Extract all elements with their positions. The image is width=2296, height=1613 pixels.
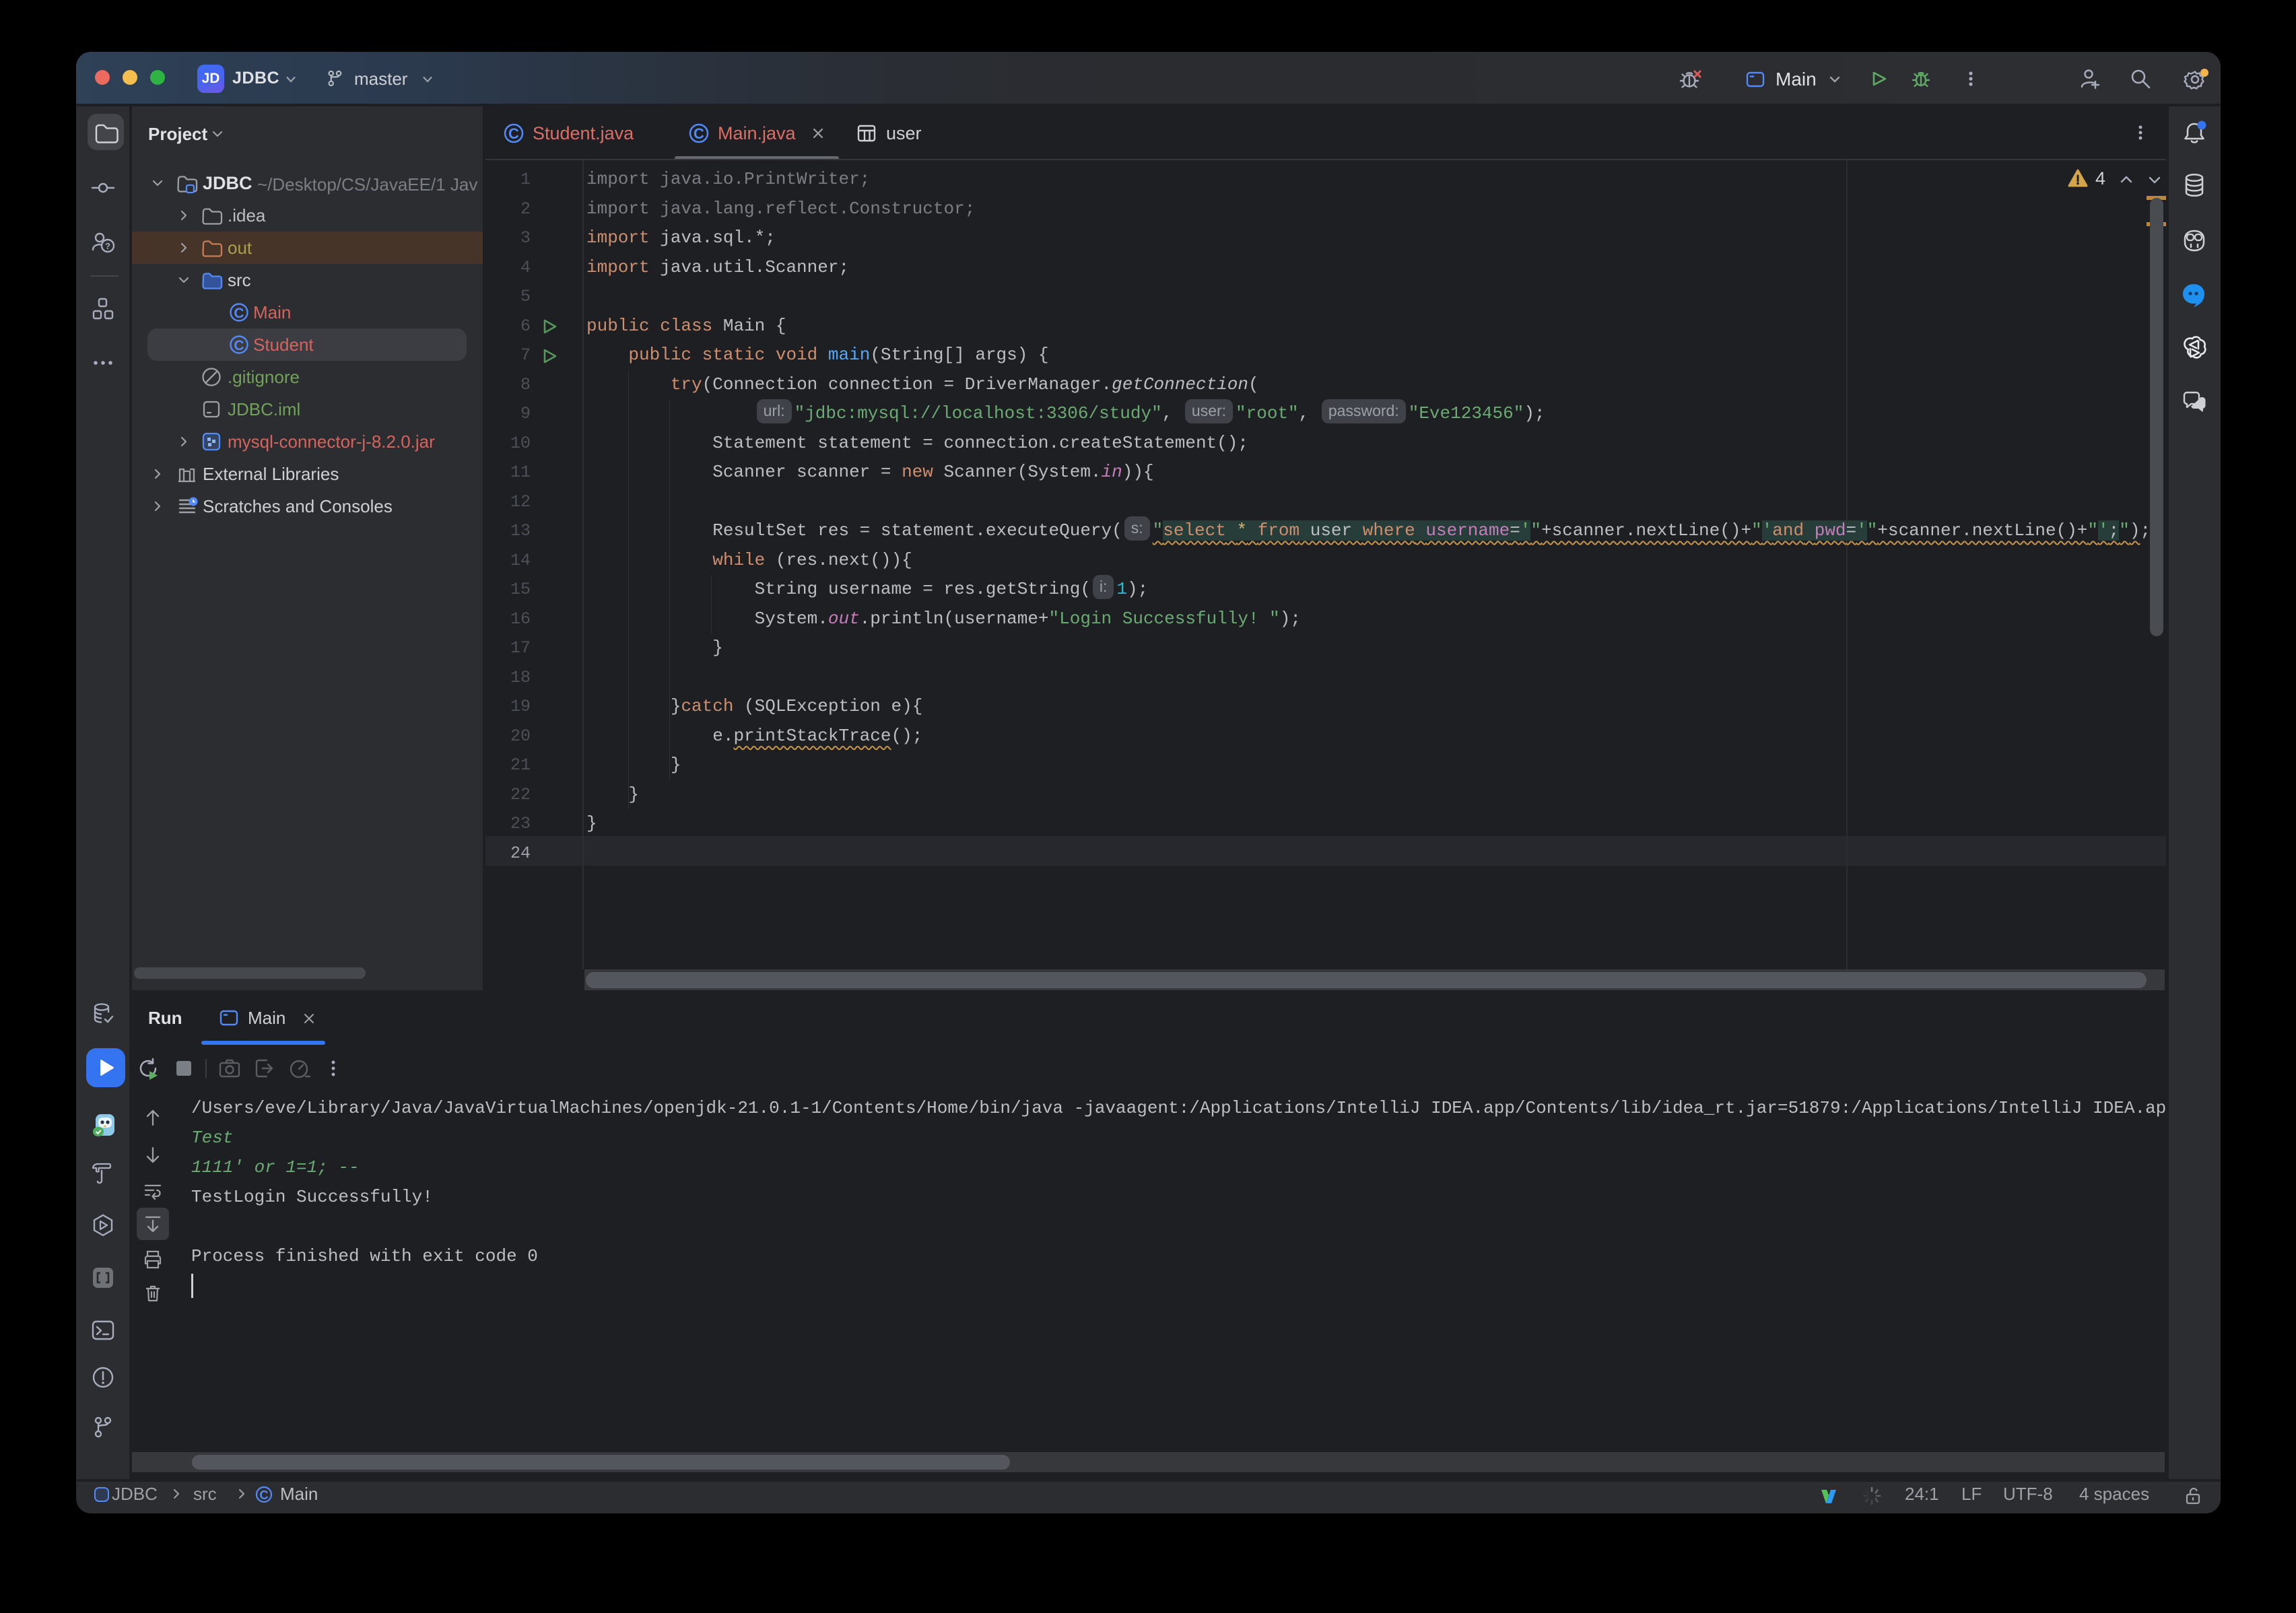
- svg-text:C: C: [234, 306, 244, 321]
- svg-text:C: C: [508, 125, 519, 142]
- svg-text:C: C: [694, 125, 704, 142]
- svg-text:?: ?: [105, 241, 110, 251]
- svg-text:C: C: [234, 338, 244, 353]
- svg-text:C: C: [260, 1488, 269, 1502]
